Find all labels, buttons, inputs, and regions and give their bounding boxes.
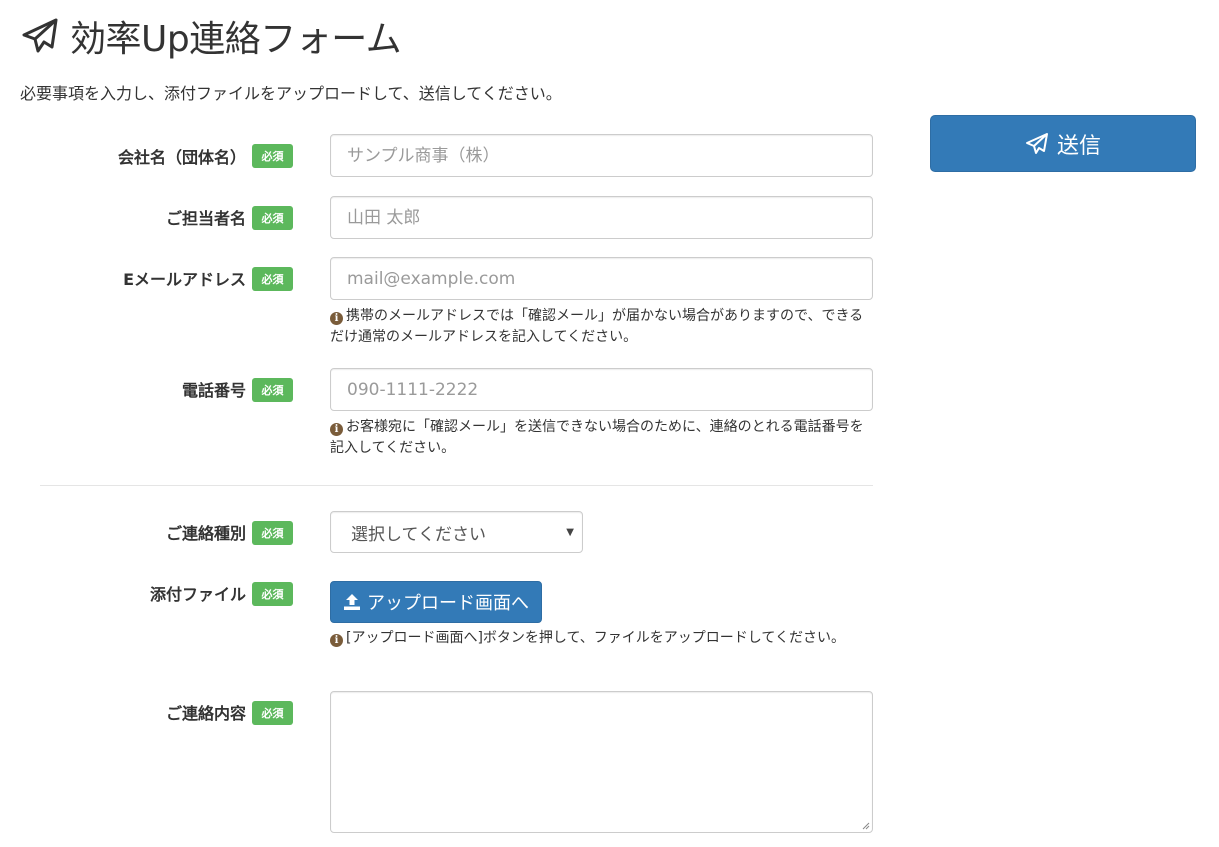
- person-label: ご担当者名: [165, 209, 246, 228]
- resize-handle-icon[interactable]: [860, 820, 870, 830]
- email-input[interactable]: [330, 257, 873, 300]
- email-help-text: 携帯のメールアドレスでは「確認メール」が届かない場合がありますので、できるだけ通…: [330, 308, 864, 345]
- caret-down-icon: ▼: [566, 527, 574, 538]
- email-help: i 携帯のメールアドレスでは「確認メール」が届かない場合がありますので、できるだけ…: [330, 306, 875, 348]
- email-label: Eメールアドレス: [123, 270, 246, 289]
- info-circle-icon: i: [330, 423, 343, 436]
- message-textarea[interactable]: [330, 691, 873, 833]
- paper-plane-icon: [1025, 132, 1048, 154]
- submit-button-label: 送信: [1056, 132, 1101, 158]
- required-badge: 必須: [252, 206, 293, 230]
- contact-type-select[interactable]: 選択してください ▼: [330, 511, 583, 553]
- message-label: ご連絡内容: [165, 704, 246, 723]
- phone-input[interactable]: [330, 368, 873, 411]
- company-input[interactable]: [330, 134, 873, 177]
- upload-button-label: アップロード画面へ: [367, 593, 529, 613]
- required-badge: 必須: [252, 521, 293, 545]
- phone-help-text: お客様宛に「確認メール」を送信できない場合のために、連絡のとれる電話番号を記入し…: [330, 419, 864, 456]
- info-circle-icon: i: [330, 634, 343, 647]
- submit-button[interactable]: 送信: [930, 115, 1196, 172]
- info-circle-icon: i: [330, 312, 343, 325]
- required-badge: 必須: [252, 582, 293, 606]
- page-title: 効率Up連絡フォーム: [20, 10, 402, 62]
- phone-label: 電話番号: [181, 381, 246, 400]
- phone-help: i お客様宛に「確認メール」を送信できない場合のために、連絡のとれる電話番号を記入…: [330, 417, 875, 459]
- contact-type-selected: 選択してください: [351, 524, 486, 545]
- contact-type-label: ご連絡種別: [165, 524, 246, 543]
- company-label: 会社名（団体名）: [117, 148, 246, 167]
- contact-form-page: 効率Up連絡フォーム 必要事項を入力し、添付ファイルをアップロードして、送信して…: [0, 0, 1219, 847]
- required-badge: 必須: [252, 144, 293, 168]
- form-description: 必要事項を入力し、添付ファイルをアップロードして、送信してください。: [20, 84, 562, 103]
- attachment-help-text: [アップロード画面へ]ボタンを押して、ファイルをアップロードしてください。: [346, 630, 845, 646]
- page-title-text: 効率Up連絡フォーム: [70, 19, 402, 60]
- upload-icon: [344, 594, 360, 610]
- section-divider: [40, 485, 873, 486]
- attachment-label: 添付ファイル: [149, 585, 246, 604]
- upload-screen-button[interactable]: アップロード画面へ: [330, 581, 542, 623]
- attachment-help: i [アップロード画面へ]ボタンを押して、ファイルをアップロードしてください。: [330, 628, 875, 649]
- person-input[interactable]: [330, 196, 873, 239]
- paper-plane-icon: [22, 18, 58, 53]
- required-badge: 必須: [252, 378, 293, 402]
- required-badge: 必須: [252, 267, 293, 291]
- required-badge: 必須: [252, 701, 293, 725]
